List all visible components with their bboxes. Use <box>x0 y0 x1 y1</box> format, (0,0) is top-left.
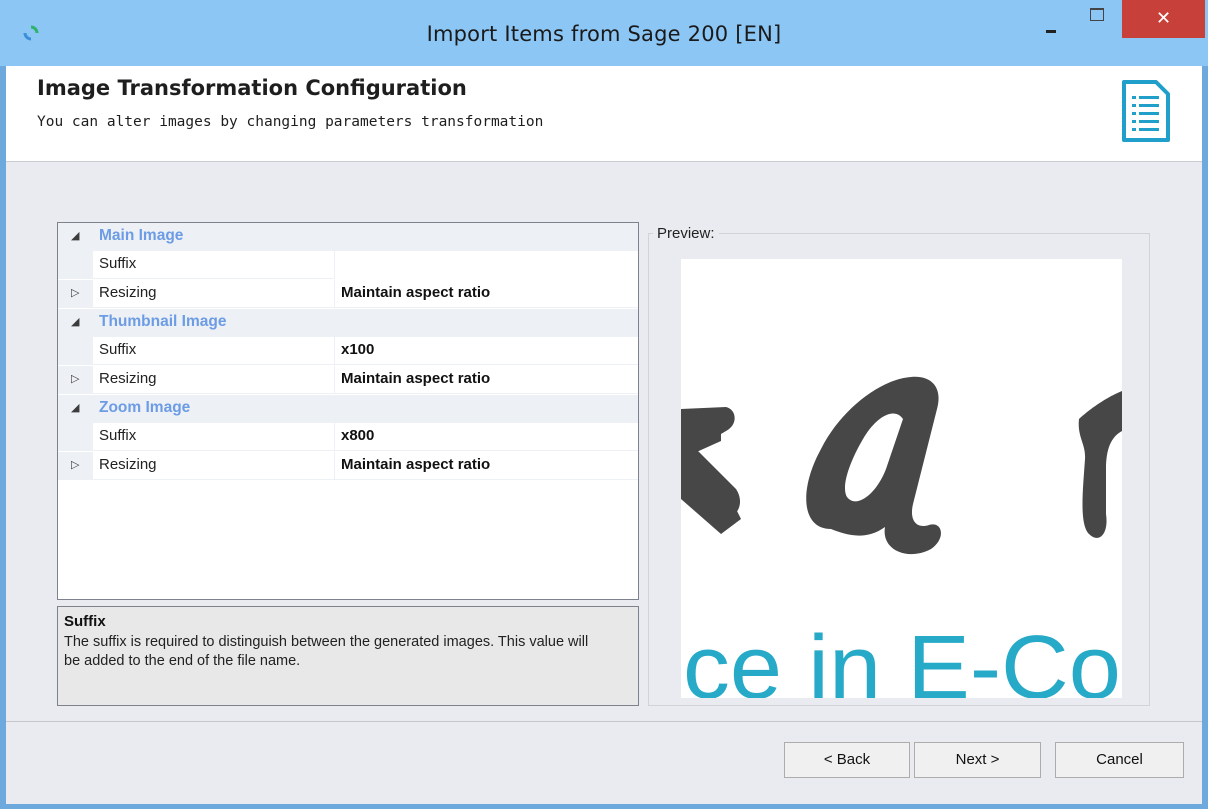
title-bar[interactable]: Import Items from Sage 200 [EN] ✕ <box>0 0 1208 66</box>
row-gutter <box>58 423 93 451</box>
property-row-thumbnail-suffix[interactable]: Suffix x100 <box>58 337 638 365</box>
wizard-header: Image Transformation Configuration You c… <box>6 66 1202 162</box>
property-grid[interactable]: ◢ Main Image Suffix ▷ Resizing Maintain … <box>57 222 639 600</box>
property-row-zoom-suffix[interactable]: Suffix x800 <box>58 423 638 451</box>
property-value[interactable]: Maintain aspect ratio <box>334 452 638 480</box>
property-row-zoom-resizing[interactable]: ▷ Resizing Maintain aspect ratio <box>58 452 638 480</box>
preview-label: Preview: <box>653 225 719 242</box>
row-gutter <box>58 337 93 365</box>
property-name: Suffix <box>99 255 137 272</box>
preview-logo-text: ce in E-Co <box>683 618 1121 698</box>
wizard-client-area: Image Transformation Configuration You c… <box>6 66 1202 804</box>
close-button[interactable]: ✕ <box>1122 0 1205 38</box>
property-value[interactable]: Maintain aspect ratio <box>334 366 638 394</box>
property-name: Resizing <box>99 370 157 387</box>
minimize-button[interactable] <box>1035 10 1069 38</box>
next-button[interactable]: Next > <box>914 742 1041 778</box>
maximize-button[interactable] <box>1080 4 1114 32</box>
category-label: Thumbnail Image <box>99 313 227 330</box>
property-name: Resizing <box>99 456 157 473</box>
collapse-triangle-icon[interactable]: ◢ <box>71 315 79 328</box>
property-description-panel: Suffix The suffix is required to disting… <box>57 606 639 706</box>
document-icon <box>1122 80 1170 142</box>
category-label: Main Image <box>99 227 184 244</box>
window: Import Items from Sage 200 [EN] ✕ Image … <box>0 0 1208 809</box>
page-title: Image Transformation Configuration <box>37 76 467 100</box>
row-gutter <box>58 251 93 279</box>
back-button[interactable]: < Back <box>784 742 910 778</box>
footer-divider <box>6 721 1202 722</box>
collapse-triangle-icon[interactable]: ◢ <box>71 229 79 242</box>
property-name: Resizing <box>99 284 157 301</box>
page-subtitle: You can alter images by changing paramet… <box>37 114 544 130</box>
property-value[interactable]: x100 <box>334 337 638 365</box>
expand-triangle-icon[interactable]: ▷ <box>71 458 79 471</box>
property-value[interactable]: Maintain aspect ratio <box>334 280 638 308</box>
expand-triangle-icon[interactable]: ▷ <box>71 286 79 299</box>
category-zoom-image[interactable]: ◢ Zoom Image <box>58 395 638 423</box>
property-row-main-resizing[interactable]: ▷ Resizing Maintain aspect ratio <box>58 280 638 308</box>
category-main-image[interactable]: ◢ Main Image <box>58 223 638 251</box>
logo-preview-graphic: ce in E-Co <box>681 376 1122 698</box>
description-title: Suffix <box>64 613 106 630</box>
cancel-button[interactable]: Cancel <box>1055 742 1184 778</box>
expand-triangle-icon[interactable]: ▷ <box>71 372 79 385</box>
category-label: Zoom Image <box>99 399 191 416</box>
collapse-triangle-icon[interactable]: ◢ <box>71 401 79 414</box>
property-row-thumbnail-resizing[interactable]: ▷ Resizing Maintain aspect ratio <box>58 366 638 394</box>
property-value[interactable]: x800 <box>334 423 638 451</box>
property-name: Suffix <box>99 427 137 444</box>
property-name: Suffix <box>99 341 137 358</box>
property-row-main-suffix[interactable]: Suffix <box>58 251 638 279</box>
preview-image: ce in E-Co <box>681 259 1122 698</box>
category-thumbnail-image[interactable]: ◢ Thumbnail Image <box>58 309 638 337</box>
description-text: The suffix is required to distinguish be… <box>64 634 589 669</box>
window-title: Import Items from Sage 200 [EN] <box>426 22 782 46</box>
property-value-input[interactable] <box>334 251 638 279</box>
